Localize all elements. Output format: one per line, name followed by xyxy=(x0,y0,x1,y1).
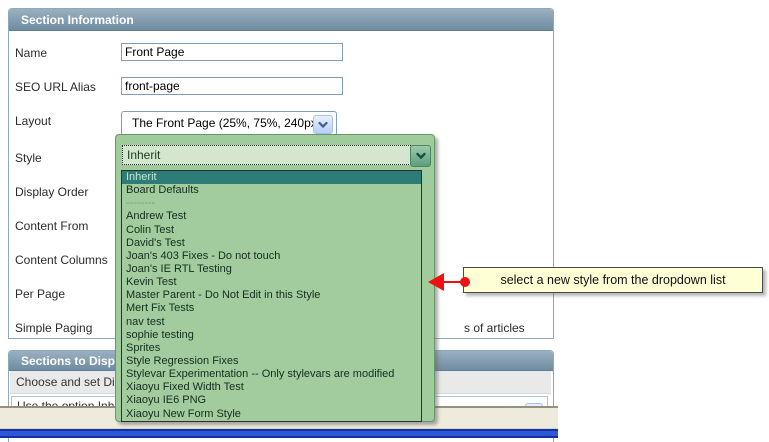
panel-title: Section Information xyxy=(21,13,134,27)
simple-paging-text-fragment: s of articles xyxy=(464,321,525,335)
style-option[interactable]: Board Defaults xyxy=(122,184,421,197)
content-columns-label: Content Columns xyxy=(15,253,108,267)
style-option[interactable]: Style Regression Fixes xyxy=(122,355,421,368)
style-option[interactable]: Kevin Test xyxy=(122,276,421,289)
style-option[interactable]: Xiaoyu IE6 PNG xyxy=(122,394,421,407)
layout-select-button[interactable] xyxy=(313,115,333,134)
style-option-separator: -------- xyxy=(122,197,421,210)
style-option[interactable]: Master Parent - Do Not Edit in this Styl… xyxy=(122,289,421,302)
per-page-label: Per Page xyxy=(15,287,65,301)
content-from-label: Content From xyxy=(15,219,88,233)
annotation-arrow-icon xyxy=(428,273,444,291)
style-select-button[interactable] xyxy=(410,145,431,167)
page: Section Information Name SEO URL Alias L… xyxy=(0,0,769,442)
style-option[interactable]: Sprites xyxy=(122,342,421,355)
style-option[interactable]: Joan's 403 Fixes - Do not touch xyxy=(122,250,421,263)
layout-select[interactable]: The Front Page (25%, 75%, 240px) xyxy=(121,111,337,136)
style-option[interactable]: sophie testing xyxy=(122,329,421,342)
style-option[interactable]: David's Test xyxy=(122,237,421,250)
style-option[interactable]: Joan's IE RTL Testing xyxy=(122,263,421,276)
chevron-down-icon xyxy=(416,152,426,160)
layout-label: Layout xyxy=(15,114,51,128)
simple-paging-label: Simple Paging xyxy=(15,321,92,335)
style-option[interactable]: Inherit xyxy=(122,171,421,184)
style-select[interactable]: Inherit xyxy=(122,145,413,165)
style-option[interactable]: Andrew Test xyxy=(122,210,421,223)
seo-url-alias-input[interactable] xyxy=(121,77,343,95)
annotation-dot-icon xyxy=(460,277,470,287)
style-dropdown-overlay: Inherit Inherit Board Defaults -------- … xyxy=(115,134,435,422)
name-input[interactable] xyxy=(121,43,343,61)
style-option[interactable]: nav test xyxy=(122,316,421,329)
name-label: Name xyxy=(15,46,47,60)
style-option[interactable]: Stylevar Experimentation -- Only styleva… xyxy=(122,368,421,381)
seo-url-alias-label: SEO URL Alias xyxy=(15,80,96,94)
style-option[interactable]: Xiaoyu New Form Style xyxy=(122,408,421,421)
window-border-blue xyxy=(0,429,558,438)
annotation-callout: select a new style from the dropdown lis… xyxy=(463,267,763,293)
display-order-label: Display Order xyxy=(15,185,88,199)
style-options-list: Inherit Board Defaults -------- Andrew T… xyxy=(121,170,422,422)
style-option[interactable]: Mert Fix Tests xyxy=(122,302,421,315)
style-label: Style xyxy=(15,151,42,165)
section-information-header: Section Information xyxy=(9,9,553,31)
style-option[interactable]: Colin Test xyxy=(122,224,421,237)
layout-select-value: The Front Page (25%, 75%, 240px) xyxy=(132,112,321,134)
chevron-down-icon xyxy=(318,121,328,129)
style-option[interactable]: Xiaoyu Fixed Width Test xyxy=(122,381,421,394)
